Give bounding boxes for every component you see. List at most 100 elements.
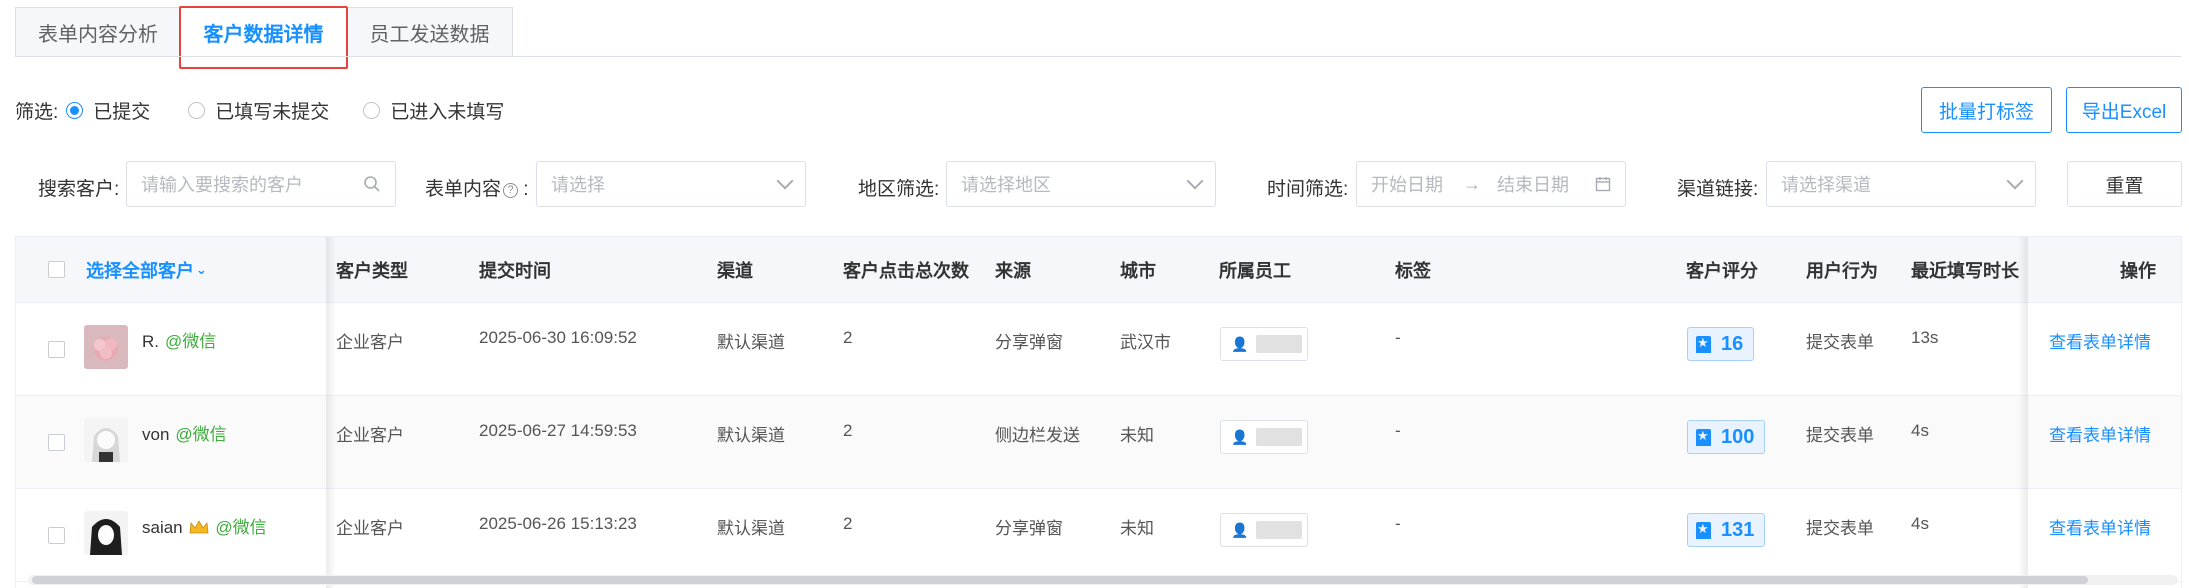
time-label: 时间筛选: bbox=[1267, 179, 1349, 200]
col-ops: 操作 bbox=[2120, 261, 2156, 281]
cell-tags: - bbox=[1395, 328, 1401, 347]
avatar[interactable] bbox=[84, 511, 128, 555]
radio-dot-icon bbox=[188, 101, 206, 119]
form-content-label-wrap: 表单内容? : bbox=[425, 174, 529, 201]
bookmark-star-icon bbox=[1696, 428, 1711, 446]
score-badge: 100 bbox=[1687, 420, 1766, 454]
cell-duration: 13s bbox=[1911, 328, 1939, 347]
customer-name[interactable]: saian @微信 bbox=[142, 513, 267, 538]
user-icon: 👤 bbox=[1231, 521, 1249, 538]
view-form-details-link[interactable]: 查看表单详情 bbox=[2049, 514, 2151, 539]
col-score: 客户评分 bbox=[1686, 261, 1758, 281]
tab-customer-details[interactable]: 客户数据详情 bbox=[179, 6, 348, 69]
score-badge: 16 bbox=[1687, 327, 1755, 361]
select-all-dropdown[interactable]: 选择全部客户 ⌄ bbox=[86, 237, 207, 303]
cell-submit-time: 2025-06-26 15:13:23 bbox=[479, 514, 637, 533]
batch-tag-button[interactable]: 批量打标签 bbox=[1921, 87, 2052, 133]
cell-source: 分享弹窗 bbox=[995, 519, 1063, 538]
avatar[interactable] bbox=[84, 418, 128, 462]
cell-clicks: 2 bbox=[843, 514, 853, 533]
col-channel: 渠道 bbox=[717, 261, 753, 281]
radio-dot-icon bbox=[66, 101, 84, 119]
highlight-box bbox=[179, 6, 348, 69]
region-placeholder: 请选择地区 bbox=[961, 175, 1051, 195]
col-clicks: 客户点击总次数 bbox=[843, 261, 969, 281]
view-form-details-link[interactable]: 查看表单详情 bbox=[2049, 421, 2151, 446]
radio-label: 已填写未提交 bbox=[215, 101, 330, 123]
radio-filled-not-submitted[interactable]: 已填写未提交 bbox=[188, 97, 329, 124]
radio-entered-not-filled[interactable]: 已进入未填写 bbox=[363, 97, 504, 124]
cell-tags: - bbox=[1395, 421, 1401, 440]
wechat-tag: @微信 bbox=[175, 425, 227, 444]
staff-chip[interactable]: 👤 bbox=[1220, 513, 1308, 547]
fixed-column-shadow bbox=[2018, 237, 2028, 588]
search-customer-input[interactable]: 请输入要搜索的客户 bbox=[126, 161, 396, 207]
score-value: 16 bbox=[1721, 332, 1744, 355]
tab-staff-send-data[interactable]: 员工发送数据 bbox=[347, 7, 513, 57]
avatar[interactable] bbox=[84, 325, 128, 369]
col-behavior: 用户行为 bbox=[1806, 261, 1878, 281]
score-badge: 131 bbox=[1687, 513, 1766, 547]
cell-type: 企业客户 bbox=[336, 426, 404, 445]
customer-name[interactable]: von @微信 bbox=[142, 420, 227, 445]
staff-name-redacted bbox=[1256, 521, 1303, 539]
horizontal-scrollbar-thumb[interactable] bbox=[32, 576, 2088, 584]
chevron-down-icon bbox=[776, 172, 794, 190]
select-all-checkbox[interactable] bbox=[48, 261, 65, 278]
anime-avatar-icon bbox=[84, 418, 128, 462]
end-date-placeholder[interactable]: 结束日期 bbox=[1497, 171, 1595, 197]
channel-label: 渠道链接: bbox=[1677, 179, 1759, 200]
customer-table: 选择全部客户 ⌄ 客户类型 提交时间 渠道 客户点击总次数 来源 城市 所属员工… bbox=[15, 236, 2182, 588]
col-type: 客户类型 bbox=[336, 261, 408, 281]
app-root: 表单内容分析 客户数据详情 员工发送数据 筛选: 已提交 已填写未提交 已进入未… bbox=[0, 0, 2189, 588]
user-icon: 👤 bbox=[1231, 428, 1249, 445]
col-duration: 最近填写时长 bbox=[1911, 261, 2019, 281]
score-value: 100 bbox=[1721, 425, 1755, 448]
arrow-right-icon: → bbox=[1463, 173, 1481, 194]
cell-channel: 默认渠道 bbox=[717, 333, 785, 352]
col-submit-time: 提交时间 bbox=[479, 261, 551, 281]
chevron-down-icon bbox=[2006, 172, 2024, 190]
customer-name[interactable]: R. @微信 bbox=[142, 327, 216, 352]
region-select[interactable]: 请选择地区 bbox=[946, 161, 1216, 207]
col-city: 城市 bbox=[1120, 261, 1156, 281]
table-row: von @微信 企业客户 2025-06-27 14:59:53 默认渠道 2 侧… bbox=[16, 396, 2181, 489]
cell-behavior: 提交表单 bbox=[1806, 333, 1874, 352]
anime-avatar-icon bbox=[84, 511, 128, 555]
reset-button[interactable]: 重置 bbox=[2067, 161, 2182, 207]
date-range-picker[interactable]: 开始日期 → 结束日期 bbox=[1356, 161, 1626, 207]
cell-tags: - bbox=[1395, 514, 1401, 533]
form-content-select[interactable]: 请选择 bbox=[536, 161, 806, 207]
form-content-placeholder: 请选择 bbox=[551, 175, 605, 195]
table-row: R. @微信 企业客户 2025-06-30 16:09:52 默认渠道 2 分享… bbox=[16, 303, 2181, 396]
cell-city: 武汉市 bbox=[1120, 333, 1171, 352]
start-date-placeholder[interactable]: 开始日期 bbox=[1371, 171, 1463, 197]
cell-city: 未知 bbox=[1120, 426, 1154, 445]
tab-bar: 表单内容分析 客户数据详情 员工发送数据 bbox=[15, 6, 513, 69]
radio-submitted[interactable]: 已提交 bbox=[66, 97, 150, 124]
staff-chip[interactable]: 👤 bbox=[1220, 420, 1308, 454]
channel-select[interactable]: 请选择渠道 bbox=[1766, 161, 2036, 207]
user-icon: 👤 bbox=[1231, 335, 1249, 352]
tab-form-analysis[interactable]: 表单内容分析 bbox=[15, 7, 181, 57]
cell-clicks: 2 bbox=[843, 421, 853, 440]
table-header: 选择全部客户 ⌄ 客户类型 提交时间 渠道 客户点击总次数 来源 城市 所属员工… bbox=[16, 237, 2181, 303]
cell-city: 未知 bbox=[1120, 519, 1154, 538]
flower-avatar-icon bbox=[84, 325, 128, 369]
staff-name-redacted bbox=[1256, 335, 1303, 353]
filter-row: 筛选: 已提交 已填写未提交 已进入未填写 bbox=[15, 97, 538, 124]
export-excel-button[interactable]: 导出Excel bbox=[2066, 87, 2182, 133]
select-all-label: 选择全部客户 bbox=[86, 261, 194, 281]
row-checkbox[interactable] bbox=[48, 341, 65, 358]
cell-type: 企业客户 bbox=[336, 519, 404, 538]
wechat-tag: @微信 bbox=[165, 332, 217, 351]
row-checkbox[interactable] bbox=[48, 527, 65, 544]
staff-chip[interactable]: 👤 bbox=[1220, 327, 1308, 361]
radio-dot-icon bbox=[363, 101, 381, 119]
view-form-details-link[interactable]: 查看表单详情 bbox=[2049, 328, 2151, 353]
cell-channel: 默认渠道 bbox=[717, 426, 785, 445]
row-checkbox[interactable] bbox=[48, 434, 65, 451]
help-icon[interactable]: ? bbox=[503, 183, 519, 198]
search-customer-label: 搜索客户: bbox=[38, 179, 120, 200]
cell-behavior: 提交表单 bbox=[1806, 519, 1874, 538]
